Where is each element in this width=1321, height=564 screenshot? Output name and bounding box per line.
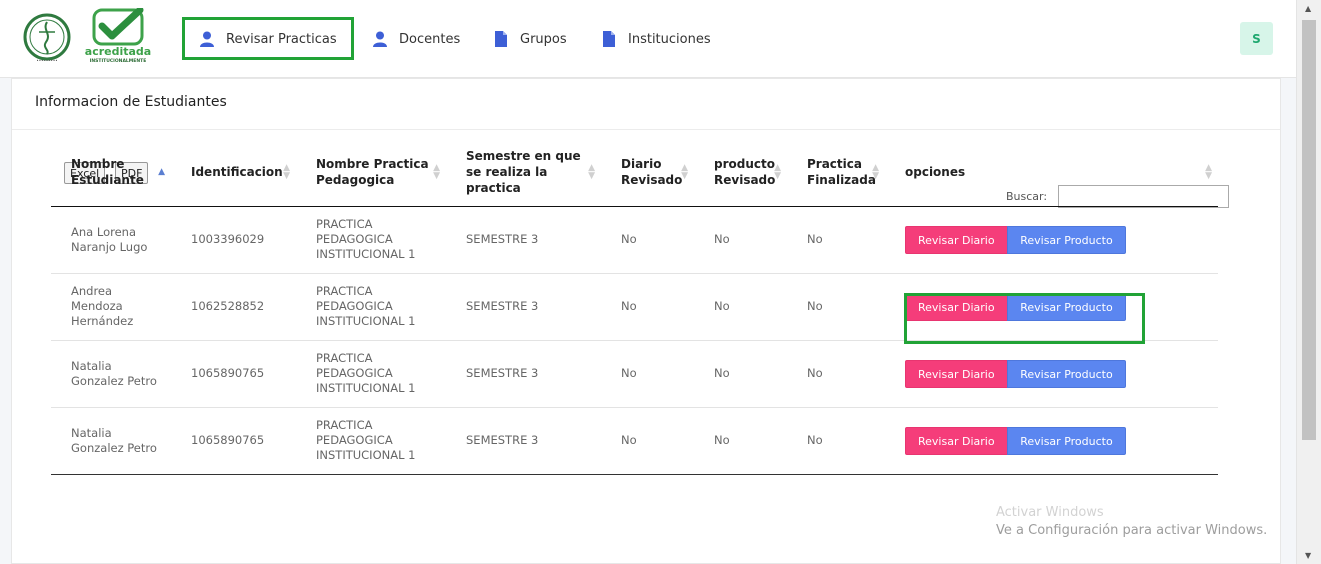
cell-finalizada: No <box>787 407 885 475</box>
windows-activation-watermark: Ve a Configuración para activar Windows. <box>996 523 1268 538</box>
sort-asc-icon: ▲ <box>158 166 165 177</box>
cell-producto: No <box>694 340 787 408</box>
acreditada-logo[interactable]: acreditada INSTITUCIONALMENTE <box>84 8 152 66</box>
cell-nombre: Natalia Gonzalez Petro <box>51 407 171 475</box>
cell-semestre: SEMESTRE 3 <box>446 407 601 475</box>
cell-identificacion: 1065890765 <box>171 407 296 475</box>
cell-semestre: SEMESTRE 3 <box>446 340 601 408</box>
sort-icon: ▲ ▼ <box>872 162 879 181</box>
column-header-identificacion[interactable]: Identificacion ▲ ▼ <box>171 138 296 207</box>
nav-label: Instituciones <box>628 31 711 47</box>
windows-activation-title: Activar Windows <box>996 505 1104 520</box>
cell-identificacion: 1065890765 <box>171 340 296 408</box>
column-header-diario[interactable]: Diario Revisado ▲ ▼ <box>601 138 694 207</box>
cell-diario: No <box>601 206 694 274</box>
svg-text:INSTITUCIONALMENTE: INSTITUCIONALMENTE <box>90 58 147 64</box>
cell-producto: No <box>694 407 787 475</box>
sort-icon: ▲ ▼ <box>283 162 290 181</box>
column-header-practica[interactable]: Nombre Practica Pedagogica ▲ ▼ <box>296 138 446 207</box>
table-row: Natalia Gonzalez Petro 1065890765 PRACTI… <box>51 407 1218 475</box>
university-seal-logo[interactable]: ••••••••• <box>22 12 72 64</box>
table-header-row: Nombre Estudiante ▲ Identificacion ▲ ▼ Nomb… <box>51 138 1218 207</box>
cell-diario: No <box>601 407 694 475</box>
column-header-producto[interactable]: producto Revisado ▲ ▼ <box>694 138 787 207</box>
cell-opciones: Revisar Diario Revisar Producto <box>885 340 1218 408</box>
cell-practica: PRACTICA PEDAGOGICA INSTITUCIONAL 1 <box>296 407 446 475</box>
table-row: Ana Lorena Naranjo Lugo 1003396029 PRACT… <box>51 206 1218 274</box>
file-icon <box>600 30 618 48</box>
revisar-producto-button[interactable]: Revisar Producto <box>1007 359 1126 388</box>
sort-icon: ▲ ▼ <box>588 162 595 181</box>
nav-item-grupos[interactable]: Grupos <box>492 24 567 54</box>
nav-label: Grupos <box>520 31 567 47</box>
nav-highlight-box <box>182 17 354 60</box>
user-icon <box>371 30 389 48</box>
cell-identificacion: 1062528852 <box>171 273 296 341</box>
scroll-down-arrow-icon[interactable]: ▼ <box>1305 551 1311 560</box>
cell-practica: PRACTICA PEDAGOGICA INSTITUCIONAL 1 <box>296 340 446 408</box>
file-icon <box>492 30 510 48</box>
scroll-up-arrow-icon[interactable]: ▲ <box>1305 4 1311 13</box>
cell-nombre: Andrea Mendoza Hernández <box>51 273 171 341</box>
nav-item-docentes[interactable]: Docentes <box>371 24 460 54</box>
nav-label: Docentes <box>399 31 461 47</box>
svg-text:•••••••••: ••••••••• <box>36 58 57 63</box>
card-header: Informacion de Estudiantes <box>12 79 1280 130</box>
table-row: Natalia Gonzalez Petro 1065890765 PRACTI… <box>51 340 1218 408</box>
cell-nombre: Ana Lorena Naranjo Lugo <box>51 206 171 274</box>
sort-icon: ▲ ▼ <box>681 162 688 181</box>
cell-practica: PRACTICA PEDAGOGICA INSTITUCIONAL 1 <box>296 273 446 341</box>
cell-producto: No <box>694 273 787 341</box>
cell-diario: No <box>601 273 694 341</box>
revisar-diario-button[interactable]: Revisar Diario <box>905 359 1008 388</box>
sort-icon: ▲ ▼ <box>1205 162 1212 181</box>
page-scrollbar[interactable]: ▲ ▼ <box>1296 0 1321 564</box>
revisar-diario-button[interactable]: Revisar Diario <box>905 225 1008 254</box>
revisar-diario-button[interactable]: Revisar Diario <box>905 426 1008 455</box>
cell-diario: No <box>601 340 694 408</box>
cell-semestre: SEMESTRE 3 <box>446 206 601 274</box>
user-avatar[interactable]: S <box>1240 22 1273 55</box>
cell-finalizada: No <box>787 340 885 408</box>
cell-opciones: Revisar Diario Revisar Producto <box>885 407 1218 475</box>
column-header-finalizada[interactable]: Practica Finalizada ▲ ▼ <box>787 138 885 207</box>
page-title: Informacion de Estudiantes <box>35 94 227 110</box>
svg-text:acreditada: acreditada <box>85 45 151 58</box>
scrollbar-thumb[interactable] <box>1302 20 1316 440</box>
column-header-nombre[interactable]: Nombre Estudiante ▲ <box>51 138 171 207</box>
cell-identificacion: 1003396029 <box>171 206 296 274</box>
column-header-opciones[interactable]: opciones ▲ ▼ <box>885 138 1218 207</box>
options-highlight-box <box>904 293 1145 344</box>
cell-nombre: Natalia Gonzalez Petro <box>51 340 171 408</box>
revisar-producto-button[interactable]: Revisar Producto <box>1007 426 1126 455</box>
cell-finalizada: No <box>787 273 885 341</box>
cell-opciones: Revisar Diario Revisar Producto <box>885 206 1218 274</box>
nav-item-instituciones[interactable]: Instituciones <box>600 24 711 54</box>
cell-finalizada: No <box>787 206 885 274</box>
revisar-producto-button[interactable]: Revisar Producto <box>1007 225 1126 254</box>
cell-practica: PRACTICA PEDAGOGICA INSTITUCIONAL 1 <box>296 206 446 274</box>
cell-producto: No <box>694 206 787 274</box>
top-navbar: ••••••••• acreditada INSTITUCIONALMENTE … <box>0 0 1296 78</box>
column-header-semestre[interactable]: Semestre en que se realiza la practica ▲ ▼ <box>446 138 601 207</box>
sort-icon: ▲ ▼ <box>433 162 440 181</box>
cell-semestre: SEMESTRE 3 <box>446 273 601 341</box>
sort-icon: ▲ ▼ <box>774 162 781 181</box>
